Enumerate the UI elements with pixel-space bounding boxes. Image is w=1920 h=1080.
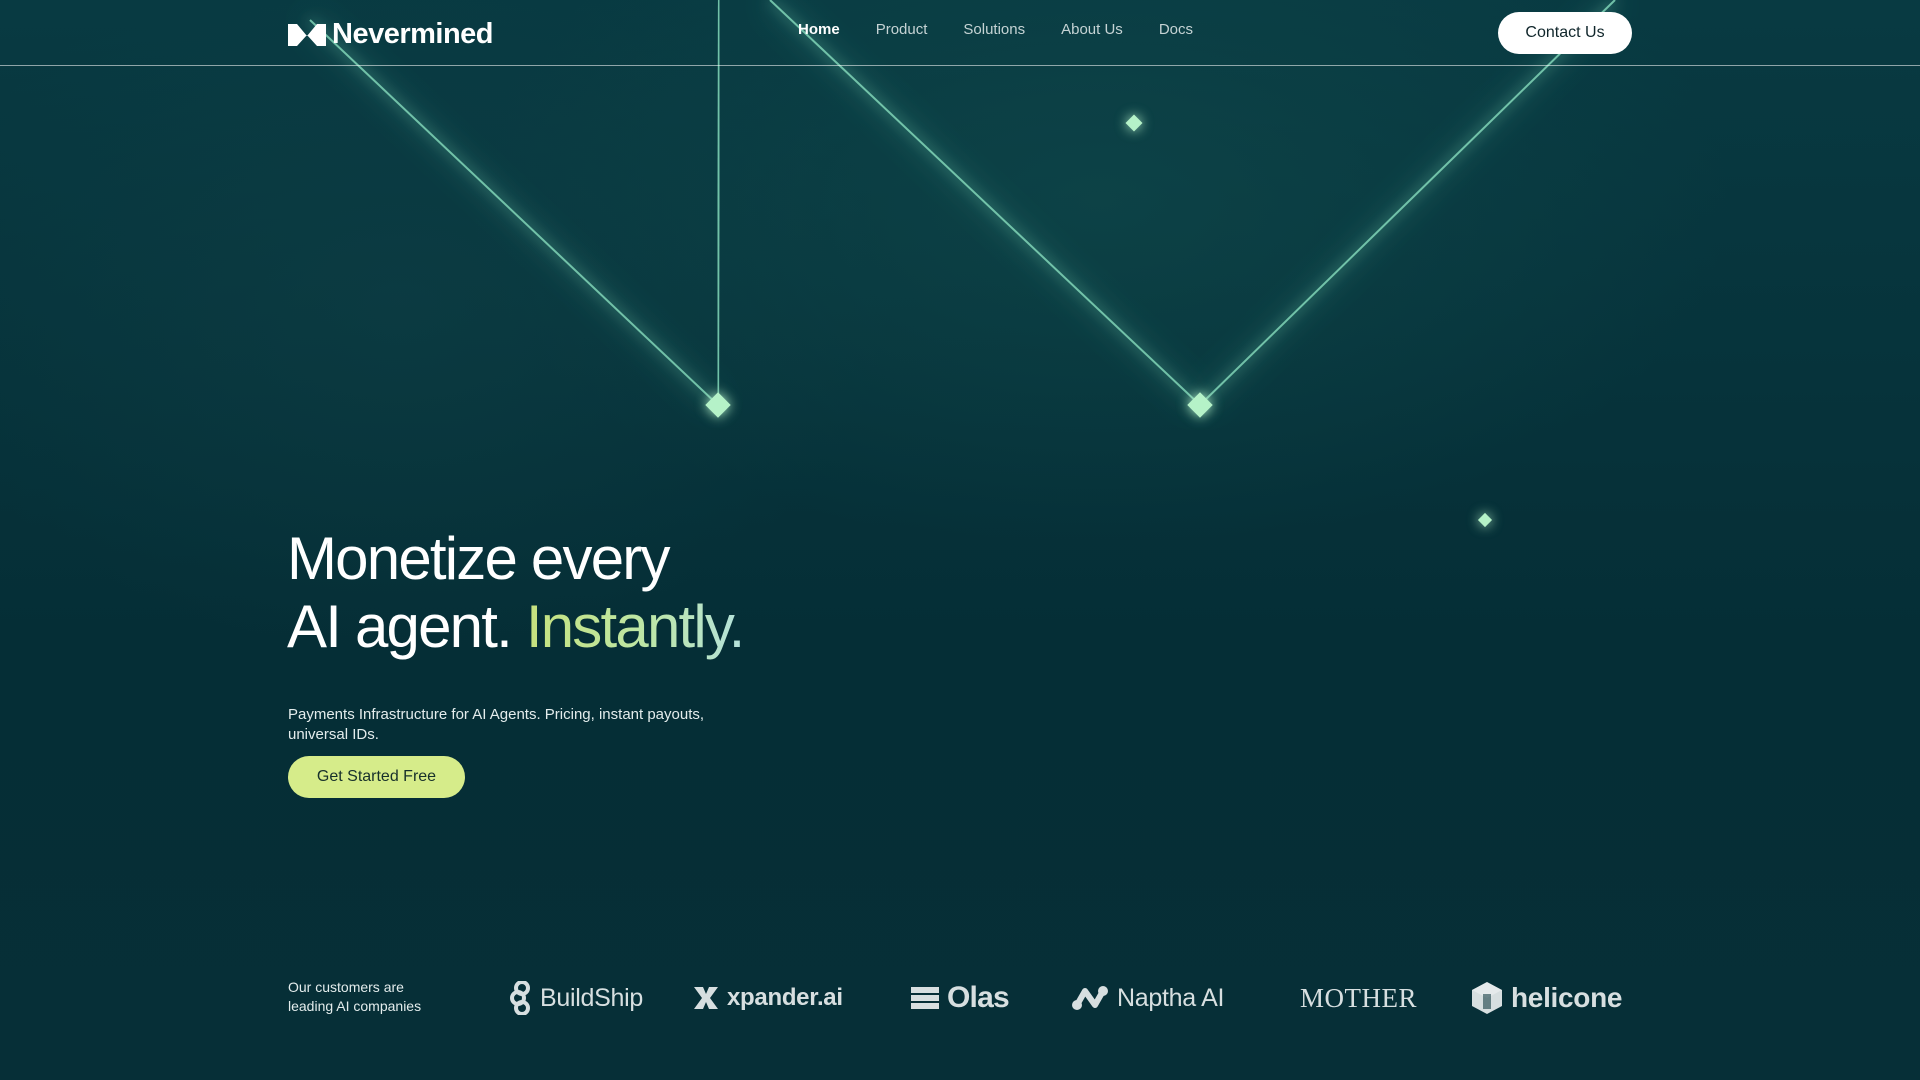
hero-title-accent: Instantly. bbox=[525, 593, 745, 660]
customer-name-mother: MOTHER bbox=[1300, 982, 1417, 1013]
nevermined-mark-icon bbox=[288, 23, 326, 46]
xpander-icon bbox=[694, 987, 718, 1009]
nav-item-solutions[interactable]: Solutions bbox=[963, 21, 1025, 38]
buildship-icon bbox=[510, 981, 530, 1015]
landing-page: Nevermined Home Product Solutions About … bbox=[0, 0, 1920, 1080]
hero-title: Monetize every AI agent. Instantly. bbox=[287, 525, 745, 661]
brand-logo[interactable]: Nevermined bbox=[288, 18, 494, 51]
customer-logo-xpander: xpander.ai bbox=[693, 978, 843, 1018]
nav-item-product[interactable]: Product bbox=[876, 21, 928, 38]
customer-logo-mother: MOTHER bbox=[1300, 978, 1417, 1018]
naptha-icon bbox=[1072, 986, 1108, 1010]
hero-subtitle: Payments Infrastructure for AI Agents. P… bbox=[288, 706, 705, 743]
hero-title-line1: Monetize every bbox=[287, 525, 670, 592]
customer-logo-helicone: helicone bbox=[1471, 978, 1622, 1018]
brand-name: Nevermined bbox=[332, 18, 494, 50]
nav-item-about-us[interactable]: About Us bbox=[1061, 21, 1123, 38]
hero-title-line2: AI agent. bbox=[287, 593, 513, 660]
glow-diamonds bbox=[705, 114, 1493, 528]
main-nav: Home Product Solutions About Us Docs bbox=[798, 21, 1193, 38]
olas-icon bbox=[911, 987, 939, 1009]
contact-us-button[interactable]: Contact Us bbox=[1498, 12, 1632, 54]
customer-logo-naptha: Naptha AI bbox=[1071, 978, 1224, 1018]
customer-name-naptha: Naptha AI bbox=[1117, 983, 1225, 1012]
customer-name-helicone: helicone bbox=[1511, 982, 1623, 1013]
nav-item-docs[interactable]: Docs bbox=[1159, 21, 1193, 38]
get-started-button[interactable]: Get Started Free bbox=[288, 756, 465, 798]
helicone-icon bbox=[1472, 982, 1502, 1014]
customer-logo-olas: Olas bbox=[911, 978, 1010, 1018]
nav-item-home[interactable]: Home bbox=[798, 21, 840, 38]
site-header: Nevermined Home Product Solutions About … bbox=[0, 0, 1920, 66]
customers-label: Our customers are leading AI companies bbox=[288, 979, 422, 1014]
customer-name-xpander: xpander.ai bbox=[727, 984, 843, 1011]
customer-name-buildship: BuildShip bbox=[540, 983, 643, 1012]
customer-name-olas: Olas bbox=[947, 981, 1010, 1014]
customer-logo-buildship: BuildShip bbox=[508, 978, 643, 1018]
